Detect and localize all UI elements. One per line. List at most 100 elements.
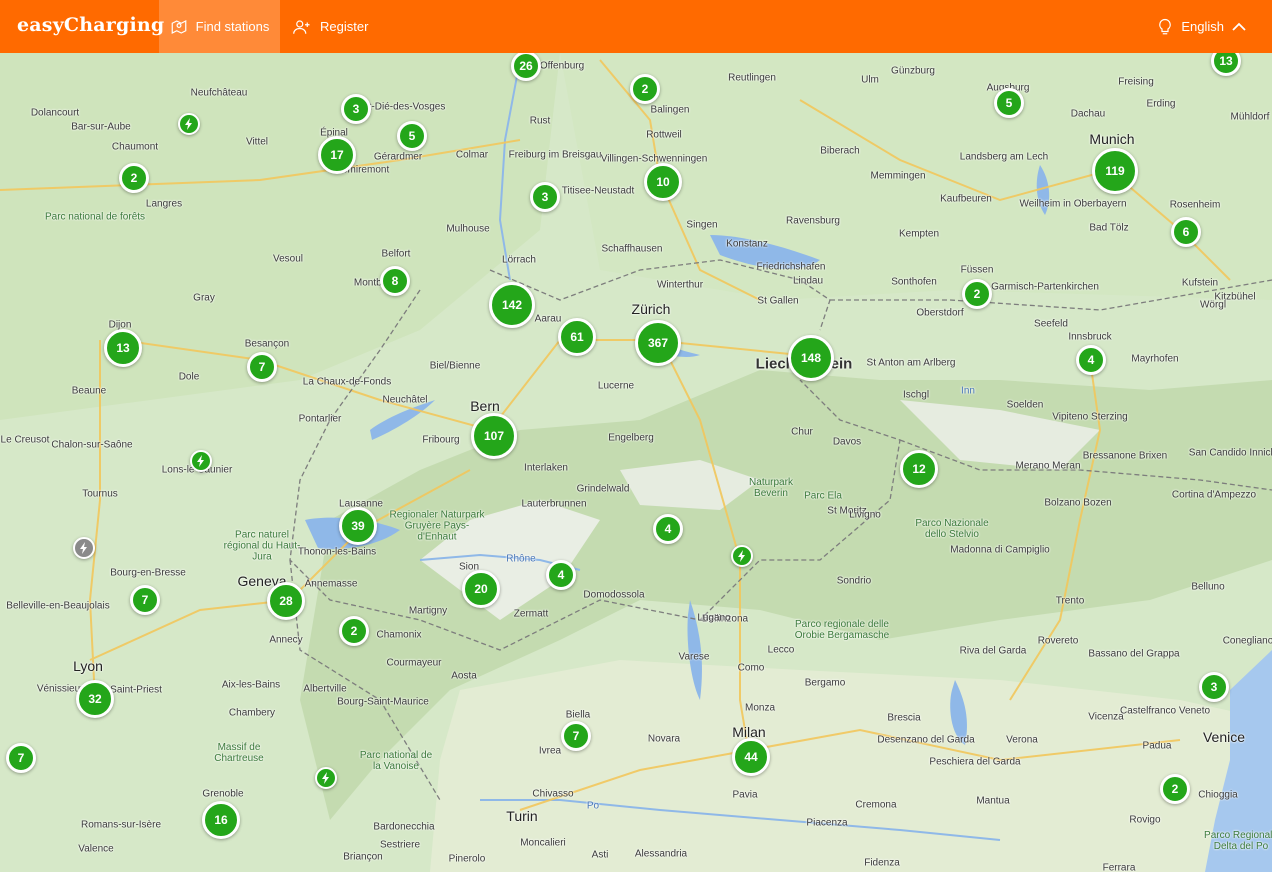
charging-station-marker[interactable] [315,767,337,789]
station-cluster[interactable]: 10 [644,163,682,201]
charging-station-marker[interactable] [178,113,200,135]
station-cluster[interactable]: 5 [397,121,427,151]
place-label: Besançon [244,338,290,350]
place-label: Vicenza [1088,711,1124,723]
place-label: Riva del Garda [959,645,1027,657]
station-cluster[interactable]: 44 [732,738,770,776]
place-label: Fribourg [422,434,460,446]
station-cluster[interactable]: 32 [76,680,114,718]
river-label: Rhône [506,553,536,565]
lightning-icon [197,455,204,467]
place-label: Bourg-en-Bresse [110,567,186,579]
charging-station-marker[interactable] [190,450,212,472]
station-cluster[interactable]: 2 [119,163,149,193]
place-label: Mantua [976,795,1010,807]
place-label: Annemasse [304,578,358,590]
place-label: Landsberg am Lech [959,151,1049,163]
place-label: Belfort [381,248,411,260]
place-label: Rovereto [1037,635,1079,647]
place-label: Ischgl [902,389,930,401]
place-label: Annecy [269,634,303,646]
park-label: Parco Regionale Delta del Po [1204,830,1272,852]
station-cluster[interactable]: 7 [561,721,591,751]
place-label: Gray [193,292,215,304]
place-label: Chalon-sur-Saône [51,439,133,451]
place-label: Sestriere [379,839,421,851]
station-cluster[interactable]: 7 [130,585,160,615]
place-label: Lörrach [502,254,536,266]
place-label: Merano Meran [1015,460,1081,472]
place-label: Rust [529,115,551,127]
station-cluster[interactable]: 5 [994,88,1024,118]
place-label: Cremona [855,799,897,811]
place-label: Singen [686,219,718,231]
lightning-icon [322,772,329,784]
place-label: Mühldorf [1230,111,1270,123]
station-cluster[interactable]: 119 [1092,148,1138,194]
place-label: Chioggia [1198,789,1238,801]
charging-station-marker-unavailable[interactable] [73,537,95,559]
station-cluster[interactable]: 20 [462,570,500,608]
station-cluster[interactable]: 16 [202,801,240,839]
station-cluster[interactable]: 7 [247,352,277,382]
place-label: Ferrara [1102,862,1136,872]
place-label: Kaufbeuren [940,193,992,205]
station-cluster[interactable]: 148 [788,335,834,381]
station-cluster[interactable]: 107 [471,413,517,459]
station-cluster[interactable]: 17 [318,136,356,174]
place-label: Chur [791,426,813,438]
map-canvas[interactable]: Freiburg im Breisgau Villingen-Schwennin… [0,53,1272,872]
station-cluster[interactable]: 3 [1199,672,1229,702]
station-cluster[interactable]: 2 [962,279,992,309]
register-link[interactable]: Register [292,0,368,53]
place-label: Saint-Priest [110,684,162,696]
charging-station-marker[interactable] [731,545,753,567]
place-label: Davos [832,436,862,448]
place-label: Chivasso [532,788,574,800]
place-label: Biella [565,709,591,721]
station-cluster[interactable]: 7 [6,743,36,773]
place-label: Castelfranco Veneto [1119,705,1211,717]
station-cluster[interactable]: 2 [1160,774,1190,804]
place-label: Belluno [1191,581,1225,593]
station-cluster[interactable]: 4 [653,514,683,544]
place-label: Bassano del Grappa [1088,648,1180,660]
place-label: Brescia [887,712,921,724]
easycharging-logo[interactable]: easyCharging [17,14,164,36]
place-label: Romans-sur-Isère [80,819,162,831]
place-label: Bolzano Bozen [1044,497,1112,509]
place-label: Bourg-Saint-Maurice [337,696,429,708]
station-cluster[interactable]: 2 [630,74,660,104]
station-cluster[interactable]: 39 [339,507,377,545]
place-label: Dachau [1070,108,1106,120]
station-cluster[interactable]: 3 [530,182,560,212]
station-cluster[interactable]: 2 [339,616,369,646]
place-label: Kempten [898,228,940,240]
station-cluster[interactable]: 61 [558,318,596,356]
place-label: Colmar [455,149,489,161]
place-label: Albertville [303,683,347,695]
station-cluster[interactable]: 4 [1076,345,1106,375]
place-label: Pinerolo [448,853,486,865]
place-label: Verona [1006,734,1038,746]
place-label: Como [737,662,765,674]
place-label: San Candido Innichen [1188,447,1272,459]
place-label: Padua [1142,740,1172,752]
find-stations-tab[interactable]: Find stations [159,0,280,53]
place-label: Friedrichshafen [756,261,826,273]
station-cluster[interactable]: 142 [489,282,535,328]
station-cluster[interactable]: 13 [104,329,142,367]
station-cluster[interactable]: 4 [546,560,576,590]
station-cluster[interactable]: 12 [900,450,938,488]
station-cluster[interactable]: 28 [267,582,305,620]
place-label: Zermatt [513,608,549,620]
station-cluster[interactable]: 6 [1171,217,1201,247]
station-cluster[interactable]: 8 [380,266,410,296]
station-cluster[interactable]: 3 [341,94,371,124]
place-label: Winterthur [656,279,704,291]
place-label: Asti [591,849,609,861]
station-cluster[interactable]: 367 [635,320,681,366]
place-label: Lugano [697,612,731,624]
language-selector[interactable]: English [1149,0,1254,53]
place-label: Dole [178,371,200,383]
